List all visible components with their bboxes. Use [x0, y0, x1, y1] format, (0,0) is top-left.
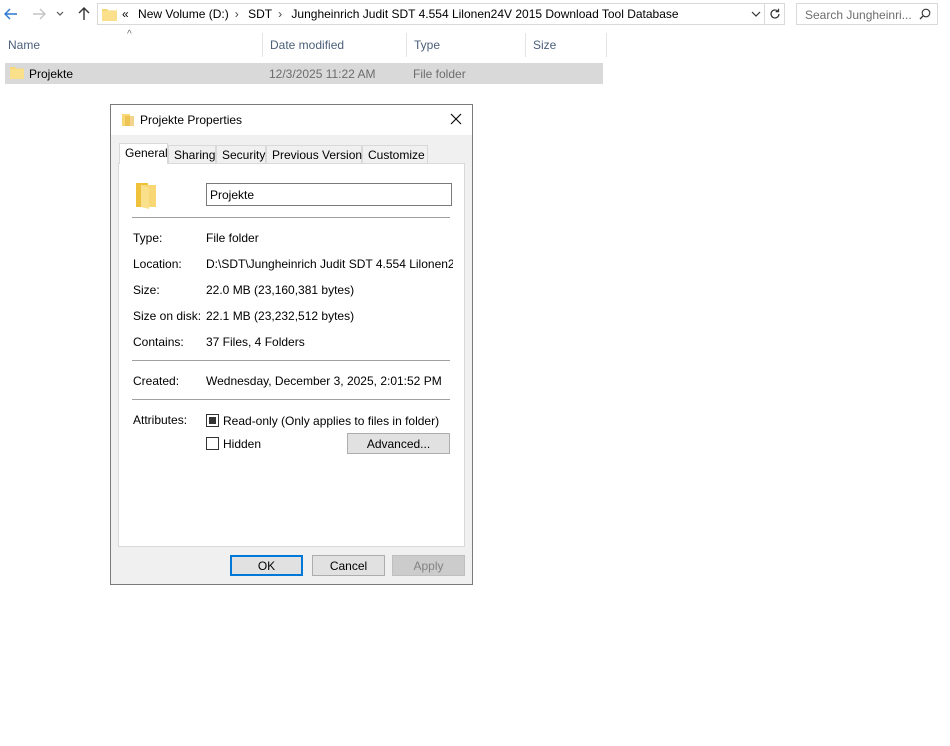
folder-large-icon	[136, 181, 158, 212]
file-list-row[interactable]: Projekte 12/3/2025 11:22 AM File folder	[5, 63, 603, 84]
tab-previous-versions[interactable]: Previous Versions	[266, 145, 368, 163]
divider	[132, 360, 450, 361]
divider	[132, 217, 450, 218]
search-icon	[919, 8, 931, 23]
tab-security[interactable]: Security	[216, 145, 266, 163]
file-date-modified: 12/3/2025 11:22 AM	[269, 67, 376, 81]
readonly-checkbox[interactable]	[206, 414, 219, 427]
hidden-checkbox[interactable]	[206, 437, 219, 450]
folder-icon	[10, 66, 24, 83]
file-type: File folder	[413, 67, 466, 81]
column-header-row: Name Date modified Type Size	[0, 33, 608, 57]
cancel-button[interactable]: Cancel	[312, 555, 385, 576]
dialog-title-bar[interactable]: Projekte Properties	[111, 105, 472, 135]
column-header-date-modified[interactable]: Date modified	[263, 33, 407, 57]
recent-locations-chevron-icon[interactable]	[53, 4, 67, 24]
properties-dialog: Projekte Properties General Sharing Secu…	[110, 104, 473, 585]
column-header-size[interactable]: Size	[526, 33, 607, 57]
back-arrow-icon[interactable]	[1, 4, 21, 24]
search-placeholder: Search Jungheinri...	[805, 8, 912, 22]
contains-label: Contains:	[133, 335, 184, 349]
created-value: Wednesday, December 3, 2025, 2:01:52 PM	[206, 374, 442, 388]
created-label: Created:	[133, 374, 180, 388]
divider	[132, 399, 450, 400]
breadcrumb-separator: ›	[278, 7, 283, 21]
search-box[interactable]: Search Jungheinri...	[796, 3, 938, 25]
general-tab-panel: Projekte Type: File folder Location: D:\…	[118, 163, 465, 547]
close-icon[interactable]	[448, 111, 464, 127]
location-label: Location:	[133, 257, 182, 271]
folder-icon	[102, 7, 117, 24]
breadcrumb-segment-current[interactable]: Jungheinrich Judit SDT 4.554 Lilonen24V …	[291, 7, 678, 21]
breadcrumb-segment-sdt[interactable]: SDT	[248, 7, 272, 21]
address-bar[interactable]: « New Volume (D:) › SDT › Jungheinrich Jud…	[97, 3, 765, 25]
tab-general[interactable]: General	[119, 143, 168, 164]
readonly-label[interactable]: Read-only (Only applies to files in fold…	[223, 414, 439, 428]
type-value: File folder	[206, 231, 259, 245]
breadcrumb-overflow[interactable]: «	[122, 7, 129, 21]
breadcrumb-segment-drive[interactable]: New Volume (D:)	[138, 7, 229, 21]
contains-value: 37 Files, 4 Folders	[206, 335, 305, 349]
ok-button[interactable]: OK	[230, 555, 303, 576]
refresh-icon[interactable]	[765, 3, 785, 25]
column-header-name[interactable]: Name	[1, 33, 263, 57]
dialog-title: Projekte Properties	[140, 113, 243, 127]
up-arrow-icon[interactable]	[74, 4, 94, 24]
breadcrumb-separator: ›	[234, 7, 239, 21]
address-dropdown-icon[interactable]	[748, 4, 764, 24]
folder-name-field[interactable]: Projekte	[206, 183, 452, 206]
breadcrumb: « New Volume (D:) › SDT › Jungheinrich Jud…	[122, 7, 685, 21]
size-on-disk-value: 22.1 MB (23,232,512 bytes)	[206, 309, 355, 323]
apply-button[interactable]: Apply	[392, 555, 465, 576]
size-value: 22.0 MB (23,160,381 bytes)	[206, 283, 355, 297]
folder-icon	[122, 113, 134, 130]
file-name: Projekte	[29, 67, 74, 81]
tab-customize[interactable]: Customize	[362, 145, 428, 163]
forward-arrow-icon[interactable]	[29, 4, 49, 24]
location-value[interactable]: D:\SDT\Jungheinrich Judit SDT 4.554 Lilo…	[206, 257, 453, 271]
type-label: Type:	[133, 231, 163, 245]
tab-sharing[interactable]: Sharing	[168, 145, 216, 163]
size-label: Size:	[133, 283, 160, 297]
advanced-button[interactable]: Advanced...	[347, 433, 450, 454]
hidden-label[interactable]: Hidden	[223, 437, 261, 451]
navigation-bar: « New Volume (D:) › SDT › Jungheinrich Jud…	[0, 0, 950, 28]
size-on-disk-label: Size on disk:	[133, 309, 202, 323]
attributes-label: Attributes:	[133, 413, 188, 427]
column-header-type[interactable]: Type	[407, 33, 526, 57]
